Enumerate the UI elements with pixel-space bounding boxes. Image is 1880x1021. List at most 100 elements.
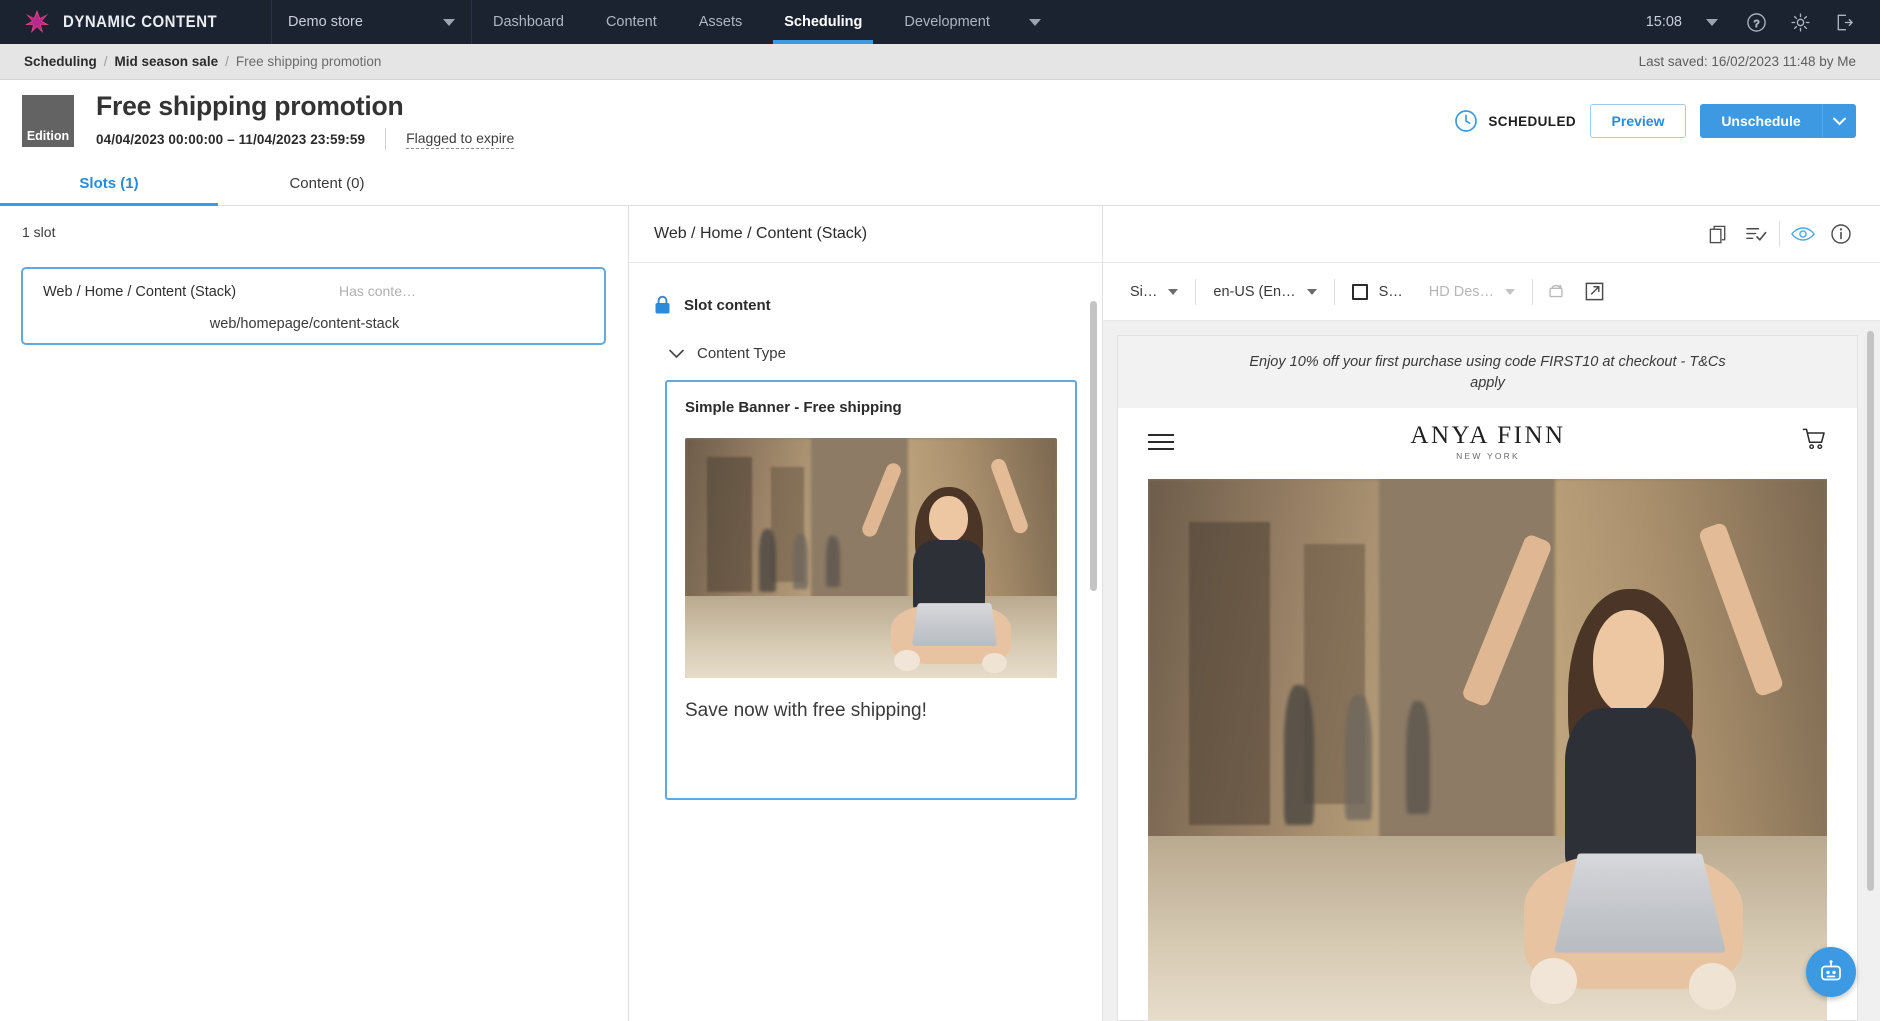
slot-editor-body: Slot content Content Type Simple Banner … [629, 263, 1102, 1021]
chevron-down-icon [1028, 18, 1041, 26]
chatbot-launcher-button[interactable] [1806, 947, 1856, 997]
content-item-image [685, 438, 1057, 678]
store-header: ANYA FINN NEW YORK [1118, 408, 1857, 479]
preview-controls-toolbar: Si… en-US (En… S… HD Des… [1103, 263, 1880, 321]
logout-icon [1837, 14, 1853, 30]
device-select-value: HD Des… [1428, 283, 1495, 300]
help-circle-icon: ? [1746, 12, 1766, 32]
status-badge-label: SCHEDULED [1488, 113, 1576, 129]
preview-scrollbar[interactable] [1867, 331, 1874, 891]
slot-content-label: Slot content [684, 296, 771, 314]
divider [1195, 278, 1197, 305]
nav-item-assets[interactable]: Assets [678, 0, 764, 44]
page-header-actions: SCHEDULED Preview Unschedule [1454, 104, 1856, 138]
main-body: 1 slot Web / Home / Content (Stack) Has … [0, 206, 1880, 1021]
info-icon [1831, 224, 1851, 244]
slot-card-header: Web / Home / Content (Stack) Has conte… [43, 283, 586, 300]
preview-toolbar [1103, 206, 1880, 263]
info-button[interactable] [1822, 215, 1860, 253]
slot-editor-scrollbar[interactable] [1090, 301, 1097, 591]
nav-item-dashboard-label: Dashboard [493, 14, 564, 30]
nav-item-content[interactable]: Content [585, 0, 678, 44]
svg-text:?: ? [1753, 17, 1759, 29]
refresh-device-icon [1549, 284, 1563, 297]
page-header-subline: 04/04/2023 00:00:00 – 11/04/2023 23:59:5… [96, 128, 515, 151]
size-select[interactable]: Si… [1117, 284, 1191, 300]
slots-panel: 1 slot Web / Home / Content (Stack) Has … [0, 206, 629, 1021]
locale-select-value: en-US (En… [1213, 283, 1296, 300]
tab-content-label: Content (0) [289, 175, 365, 192]
nav-item-development-label: Development [904, 14, 990, 30]
unschedule-button[interactable]: Unschedule [1700, 104, 1822, 138]
content-type-toggle[interactable]: Content Type [629, 315, 1102, 362]
rotate-device-button[interactable] [1537, 273, 1575, 311]
size-select-value: Si… [1130, 283, 1158, 300]
brand-name: DYNAMIC CONTENT [63, 12, 218, 31]
validate-button[interactable] [1737, 215, 1775, 253]
copy-icon [1709, 225, 1725, 243]
help-button[interactable]: ? [1734, 0, 1778, 44]
store-hero-image [1148, 479, 1827, 1020]
tab-slots[interactable]: Slots (1) [0, 162, 218, 206]
breadcrumb-bar: Scheduling / Mid season sale / Free ship… [0, 44, 1880, 80]
shopping-cart-icon[interactable] [1802, 427, 1827, 456]
content-item-caption: Save now with free shipping! [685, 700, 927, 721]
star-burst-logo [24, 9, 50, 35]
page-title: Free shipping promotion [96, 90, 404, 121]
checklist-icon [1745, 227, 1766, 241]
checkbox-icon [1351, 283, 1368, 300]
duplicate-button[interactable] [1699, 215, 1737, 253]
store-promo-bar: Enjoy 10% off your first purchase using … [1118, 336, 1857, 409]
toggle-preview-button[interactable] [1784, 215, 1822, 253]
page-header: Edition Free shipping promotion 04/04/20… [0, 80, 1880, 162]
slot-card[interactable]: Web / Home / Content (Stack) Has conte… … [21, 267, 606, 345]
chevron-down-icon [1168, 288, 1179, 295]
nav-item-development[interactable]: Development [883, 0, 1010, 44]
tab-content[interactable]: Content (0) [218, 162, 436, 205]
nav-item-assets-label: Assets [698, 14, 743, 30]
logout-button[interactable] [1822, 0, 1866, 44]
slot-card-path: web/homepage/content-stack [209, 316, 400, 332]
secure-checkbox[interactable]: S… [1339, 283, 1416, 300]
locale-select[interactable]: en-US (En… [1200, 284, 1329, 300]
nav-item-dashboard[interactable]: Dashboard [472, 0, 585, 44]
preview-device-frame: Enjoy 10% off your first purchase using … [1117, 335, 1858, 1021]
hamburger-menu-icon[interactable] [1148, 433, 1174, 450]
unschedule-dropdown-button[interactable] [1822, 104, 1856, 138]
slot-content-section-header: Slot content [629, 263, 1102, 315]
slot-editor-panel: Web / Home / Content (Stack) Slot conten… [629, 206, 1103, 1021]
top-navigation-bar: DYNAMIC CONTENT Demo store Dashboard Con… [0, 0, 1880, 44]
store-selector[interactable]: Demo store [272, 0, 472, 44]
open-in-new-window-button[interactable] [1575, 273, 1613, 311]
breadcrumb-separator: / [103, 54, 108, 69]
nav-item-scheduling[interactable]: Scheduling [763, 0, 883, 44]
settings-button[interactable] [1778, 0, 1822, 44]
preview-button[interactable]: Preview [1590, 104, 1686, 138]
timezone-dropdown-button[interactable] [1690, 0, 1734, 44]
page-header-text: Free shipping promotion 04/04/2023 00:00… [74, 90, 515, 151]
device-select[interactable]: HD Des… [1416, 284, 1528, 300]
content-item-card[interactable]: Simple Banner - Free shipping Save now w… [665, 380, 1077, 800]
divider [1532, 278, 1534, 305]
nav-right-cluster: 15:08 ? [1646, 0, 1880, 44]
breadcrumb-item-current: Free shipping promotion [235, 54, 382, 69]
gear-icon [1790, 12, 1810, 32]
slot-count-label: 1 slot [22, 224, 56, 240]
nav-overflow-button[interactable] [1011, 0, 1059, 44]
chevron-down-icon [1505, 288, 1516, 295]
slot-card-status: Has conte… [338, 283, 416, 299]
status-badge: SCHEDULED [1454, 109, 1576, 133]
flagged-to-expire-link[interactable]: Flagged to expire [406, 130, 515, 149]
breadcrumb-item-scheduling[interactable]: Scheduling [24, 54, 97, 69]
breadcrumb-item-mid-season-sale[interactable]: Mid season sale [115, 54, 219, 69]
store-logo: ANYA FINN NEW YORK [1410, 422, 1565, 461]
brand-home-link[interactable]: DYNAMIC CONTENT [0, 0, 272, 44]
store-logo-main: ANYA FINN [1410, 422, 1566, 450]
store-selector-label: Demo store [288, 14, 363, 30]
edition-date-range: 04/04/2023 00:00:00 – 11/04/2023 23:59:5… [96, 131, 366, 147]
lock-icon [655, 295, 670, 314]
slot-editor-header: Web / Home / Content (Stack) [629, 206, 1102, 263]
nav-item-scheduling-label: Scheduling [784, 14, 863, 30]
preview-panel: Si… en-US (En… S… HD Des… Enjoy 10% off … [1103, 206, 1880, 1021]
slot-editor-title: Web / Home / Content (Stack) [654, 225, 868, 242]
